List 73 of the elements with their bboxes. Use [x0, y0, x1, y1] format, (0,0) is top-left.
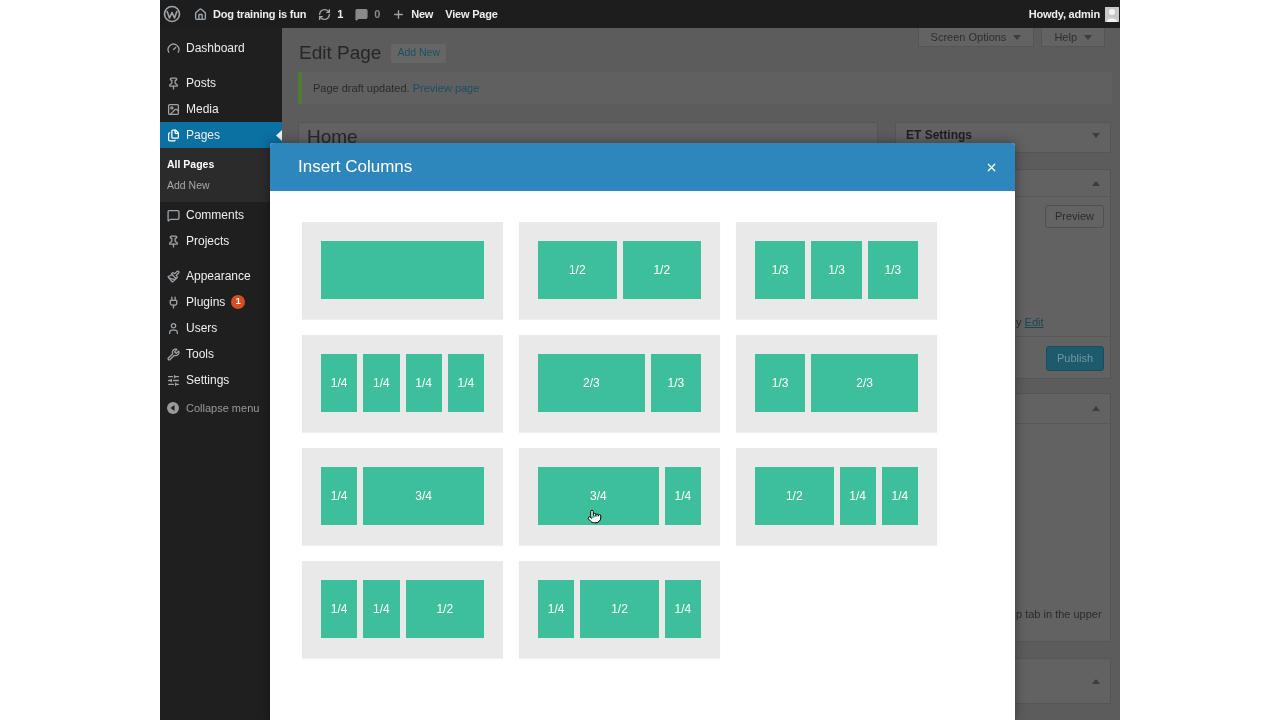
- column-block: 1/4: [405, 354, 442, 412]
- toolbar-link[interactable]: View Page: [445, 5, 498, 23]
- caret-up-icon[interactable]: [1092, 406, 1100, 411]
- toolbar-link[interactable]: New: [392, 5, 434, 23]
- image-icon: [166, 102, 180, 116]
- column-block: 1/2: [538, 241, 617, 299]
- paintbrush-icon: [166, 269, 180, 283]
- column-block: 1/3: [867, 241, 918, 299]
- column-block: 1/4: [447, 354, 484, 412]
- caret-down-icon[interactable]: [1092, 133, 1100, 138]
- column-block: 1/4: [664, 467, 701, 525]
- speech-bubble-icon: [166, 208, 180, 222]
- column-block: 1/3: [811, 241, 862, 299]
- column-block: 1/2: [405, 580, 484, 638]
- hand-cursor-icon: [587, 509, 602, 524]
- documents-icon: [166, 128, 180, 142]
- refresh-icon: [318, 7, 332, 21]
- sidebar-item[interactable]: Appearance: [160, 263, 282, 289]
- column-block: 1/2: [755, 467, 834, 525]
- column-block: 1/3: [755, 241, 806, 299]
- pin-icon: [166, 234, 180, 248]
- sidebar-item[interactable]: Media: [160, 96, 282, 122]
- column-block: 1/4: [664, 580, 701, 638]
- sidebar-item[interactable]: Dashboard: [160, 35, 282, 61]
- pin-icon: [166, 76, 180, 90]
- caret-up-icon[interactable]: [1092, 180, 1100, 186]
- sidebar-item[interactable]: Users: [160, 315, 282, 341]
- avatar-icon: [1105, 6, 1119, 22]
- logo-icon[interactable]: [163, 5, 181, 23]
- sidebar-item[interactable]: Comments: [160, 202, 282, 228]
- user-icon: [166, 321, 180, 335]
- column-block: 1/4: [321, 467, 358, 525]
- column-block: 1/2: [622, 241, 701, 299]
- toolbar-link[interactable]: 1: [318, 5, 344, 23]
- column-block: 1/4: [321, 580, 358, 638]
- left-arrow-circle-icon: [167, 402, 179, 414]
- caret-down-icon[interactable]: [1084, 34, 1092, 40]
- column-block: 1/4: [363, 580, 400, 638]
- column-block: 1/4: [881, 467, 918, 525]
- collapse-menu-button[interactable]: Collapse menu: [160, 395, 282, 421]
- toolbar-link[interactable]: Dog training is fun: [194, 5, 307, 23]
- dialog-title: Insert Columns: [298, 156, 413, 179]
- column-block: 1/4: [321, 354, 358, 412]
- sidebar-item[interactable]: Plugins 1: [160, 289, 282, 315]
- speech-bubble-icon: [355, 7, 369, 21]
- wrench-icon: [166, 347, 180, 361]
- column-block: 1/2: [580, 580, 659, 638]
- column-block: 1/4: [363, 354, 400, 412]
- sidebar-item[interactable]: Posts: [160, 70, 282, 96]
- caret-up-icon[interactable]: [1092, 678, 1100, 684]
- caret-down-icon[interactable]: [1013, 34, 1022, 40]
- column-block: 3/4: [363, 467, 484, 525]
- column-block: 1/4: [839, 467, 876, 525]
- count-badge: 1: [231, 295, 246, 309]
- sidebar-item[interactable]: Pages: [160, 122, 282, 148]
- triangle-icon: [276, 129, 282, 141]
- column-block: 1/3: [755, 354, 806, 412]
- column-block: 2/3: [811, 354, 918, 412]
- sidebar-item[interactable]: Settings: [160, 367, 282, 393]
- gauge-icon: [166, 41, 180, 55]
- column-block: 1/4: [538, 580, 575, 638]
- sidebar-item[interactable]: Projects: [160, 228, 282, 254]
- toolbar-link[interactable]: 0: [355, 5, 381, 23]
- column-block: 1/3: [650, 354, 701, 412]
- account-link[interactable]: Howdy, admin: [1028, 5, 1119, 23]
- column-block: 2/3: [538, 354, 645, 412]
- sliders-icon: [166, 373, 180, 387]
- home-icon: [194, 7, 207, 21]
- column-block: 3/4: [538, 467, 659, 525]
- layout-option[interactable]: [302, 222, 503, 319]
- box-title: ET Settings: [906, 129, 972, 142]
- plus-icon: [392, 7, 406, 21]
- sidebar-item[interactable]: Tools: [160, 341, 282, 367]
